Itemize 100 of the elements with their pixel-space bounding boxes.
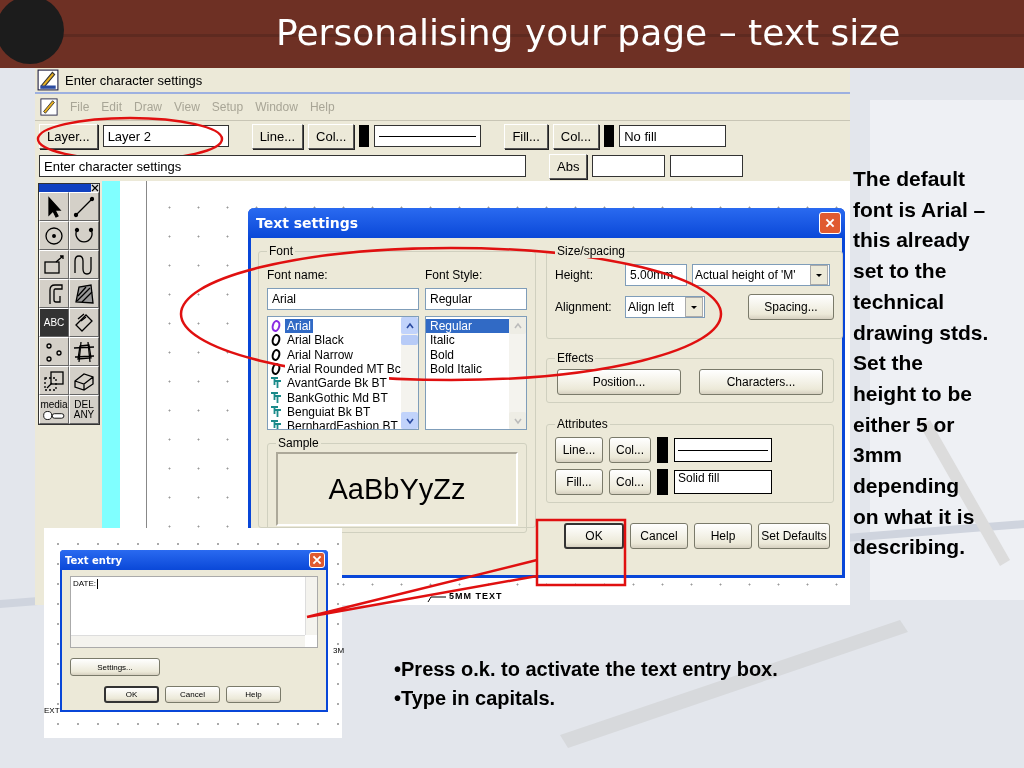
- font-name: BankGothic Md BT: [285, 390, 390, 405]
- font-sample: AaBbYyZz: [276, 452, 518, 526]
- color-swatch: [657, 437, 668, 463]
- line-button[interactable]: Line...: [251, 123, 304, 149]
- characters-button[interactable]: Characters...: [699, 369, 823, 395]
- move-icon: [42, 368, 66, 393]
- font-item[interactable]: Arial Rounded MT Bc: [268, 361, 401, 377]
- tool-button[interactable]: DEL ANY: [69, 395, 99, 424]
- group-label: Font: [268, 244, 294, 258]
- color-button[interactable]: Col...: [308, 123, 355, 149]
- font-item[interactable]: Arial: [268, 319, 401, 334]
- font-item[interactable]: Arial Black: [268, 333, 401, 348]
- color-button[interactable]: Col...: [609, 469, 651, 495]
- close-icon: [311, 554, 323, 566]
- dialog-button[interactable]: Set Defaults: [758, 523, 830, 549]
- field-label: Height:: [555, 268, 595, 282]
- opentype-icon: [270, 363, 282, 376]
- dialog-button[interactable]: OK: [104, 686, 159, 703]
- bullet-point: •Press o.k. to activate the text entry box.: [394, 658, 778, 681]
- truetype-icon: [270, 405, 282, 418]
- dialog-title: Text entry: [65, 554, 123, 566]
- font-item[interactable]: BankGothic Md BT: [268, 390, 401, 405]
- position-button[interactable]: Position...: [557, 369, 681, 395]
- tool-button[interactable]: [39, 250, 69, 279]
- tool-button[interactable]: [39, 366, 69, 395]
- coordinate-field[interactable]: [670, 155, 744, 177]
- scrollbar-thumb[interactable]: [401, 335, 418, 345]
- dialog-button[interactable]: Help: [694, 523, 752, 549]
- close-icon[interactable]: [91, 184, 99, 192]
- tool-button[interactable]: media: [39, 395, 69, 424]
- color-button[interactable]: Col...: [552, 123, 600, 149]
- tool-button[interactable]: [69, 250, 99, 279]
- dialog-button[interactable]: OK: [564, 523, 624, 549]
- style-item[interactable]: Bold Italic: [426, 361, 509, 377]
- settings-button[interactable]: Settings...: [70, 658, 160, 676]
- style-item[interactable]: Bold: [426, 347, 509, 362]
- group-label: Sample: [277, 436, 320, 450]
- tool-button[interactable]: [39, 192, 69, 221]
- color-button[interactable]: Col...: [609, 437, 651, 463]
- line-style-sample[interactable]: [674, 438, 772, 462]
- coordinate-field[interactable]: [592, 155, 666, 177]
- tool-button[interactable]: [39, 337, 69, 366]
- field-label: Alignment:: [555, 300, 613, 314]
- opentype-icon: [270, 320, 282, 333]
- text-entry-field[interactable]: DATE:: [70, 576, 318, 648]
- style-item[interactable]: Italic: [426, 333, 509, 348]
- font-name: Arial Narrow: [285, 347, 355, 362]
- spacing-button[interactable]: Spacing...: [748, 294, 834, 320]
- tool-button[interactable]: [69, 366, 99, 395]
- hatch-icon: [72, 281, 96, 306]
- tool-button[interactable]: [69, 337, 99, 366]
- canvas-text: EXT: [44, 706, 60, 715]
- prompt-field: Enter character settings: [39, 155, 526, 177]
- opentype-icon: [270, 334, 282, 347]
- field-label: Font name:: [267, 268, 329, 282]
- line-button[interactable]: Line...: [555, 437, 603, 463]
- font-name: Arial Rounded MT Bc: [285, 362, 401, 377]
- tool-button[interactable]: [69, 192, 99, 221]
- truetype-icon: [270, 377, 282, 390]
- trim-icon: [72, 339, 96, 364]
- dialog-button[interactable]: Cancel: [630, 523, 688, 549]
- dialog-button[interactable]: Help: [226, 686, 281, 703]
- font-item[interactable]: Arial Narrow: [268, 347, 401, 362]
- group-label: Attributes: [556, 417, 609, 431]
- line-style-sample[interactable]: [374, 125, 482, 147]
- tool-button[interactable]: [39, 221, 69, 250]
- field-label: Font Style:: [425, 268, 484, 282]
- layer-field[interactable]: Layer 2: [102, 125, 229, 147]
- dialog-button[interactable]: Cancel: [165, 686, 220, 703]
- color-swatch: [657, 469, 668, 495]
- fill-button[interactable]: Fill...: [504, 123, 548, 149]
- close-button[interactable]: [819, 212, 841, 234]
- fill-button[interactable]: Fill...: [555, 469, 603, 495]
- dialog-title: Text settings: [256, 215, 359, 231]
- close-button[interactable]: [309, 552, 325, 568]
- opentype-icon: [270, 348, 282, 361]
- font-name: Arial: [285, 319, 313, 334]
- height-mode-dropdown[interactable]: Actual height of 'M': [692, 264, 830, 286]
- style-item[interactable]: Regular: [426, 319, 509, 334]
- close-icon: [824, 217, 836, 229]
- abs-button[interactable]: Abs: [549, 153, 588, 179]
- fill-field[interactable]: No fill: [619, 125, 727, 147]
- tool-button[interactable]: [69, 221, 99, 250]
- font-style-field[interactable]: Regular: [425, 288, 527, 310]
- drawing-canvas[interactable]: [147, 181, 850, 605]
- fill-field[interactable]: Solid fill: [674, 470, 772, 494]
- truetype-icon: [270, 420, 282, 429]
- drafting-icon: [37, 69, 59, 91]
- tool-button[interactable]: ABC: [39, 308, 69, 337]
- layer-button[interactable]: Layer...: [39, 123, 98, 149]
- tool-button[interactable]: [69, 279, 99, 308]
- scrollbar[interactable]: [401, 317, 418, 429]
- tool-button[interactable]: [69, 308, 99, 337]
- tool-button[interactable]: [39, 279, 69, 308]
- slide-title: Personalising your page – text size: [276, 12, 901, 53]
- entered-text: DATE:: [73, 579, 96, 588]
- font-name-field[interactable]: Arial: [267, 288, 419, 310]
- font-item[interactable]: AvantGarde Bk BT: [268, 376, 401, 391]
- color-swatch: [359, 125, 370, 147]
- alignment-dropdown[interactable]: Align left: [625, 296, 705, 318]
